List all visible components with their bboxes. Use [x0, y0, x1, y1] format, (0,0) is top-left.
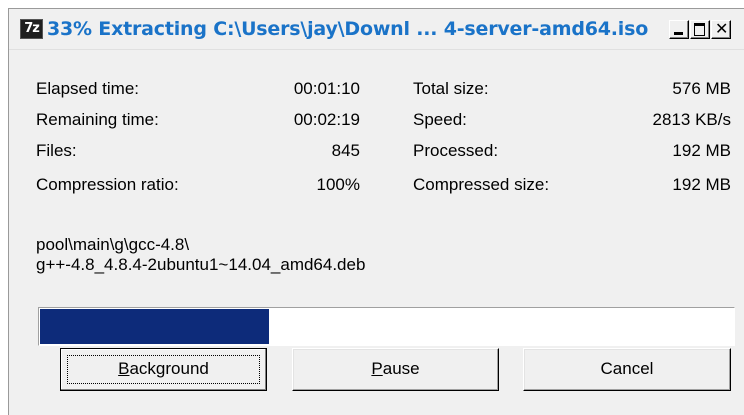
current-file-name: g++-4.8_4.8.4-2ubuntu1~14.04_amd64.deb — [36, 255, 366, 274]
title-bar[interactable]: 7z 33% Extracting C:\Users\jay\Downl ...… — [9, 9, 744, 50]
extract-progress-window: 7z 33% Extracting C:\Users\jay\Downl ...… — [8, 8, 744, 415]
files-value: 845 — [331, 141, 360, 160]
minimize-icon[interactable] — [669, 20, 689, 39]
remaining-time-value: 00:02:19 — [293, 110, 360, 129]
speed-value: 2813 KB/s — [652, 110, 731, 129]
remaining-time-label: Remaining time: — [36, 110, 159, 129]
close-icon[interactable] — [711, 19, 731, 39]
compressed-size-value: 192 MB — [672, 175, 731, 194]
pause-button-label: Pause — [371, 359, 420, 378]
elapsed-time-value: 00:01:10 — [293, 79, 360, 98]
cancel-button-label: Cancel — [600, 359, 654, 378]
total-size-value: 576 MB — [672, 79, 731, 98]
7zip-app-icon: 7z — [20, 19, 43, 39]
speed-label: Speed: — [413, 110, 467, 129]
background-button[interactable]: Background — [60, 348, 267, 391]
maximize-icon[interactable] — [690, 20, 710, 39]
compression-ratio-value: 100% — [316, 175, 360, 194]
elapsed-time-label: Elapsed time: — [36, 79, 139, 98]
compression-ratio-label: Compression ratio: — [36, 175, 179, 194]
files-label: Files: — [36, 141, 77, 160]
progress-bar — [38, 307, 735, 346]
processed-value: 192 MB — [672, 141, 731, 160]
window-title: 33% Extracting C:\Users\jay\Downl ... 4-… — [47, 18, 649, 40]
total-size-label: Total size: — [413, 79, 489, 98]
compressed-size-label: Compressed size: — [413, 175, 550, 194]
background-button-label: Background — [118, 359, 209, 378]
pause-button[interactable]: Pause — [292, 348, 499, 391]
current-file-folder: pool\main\g\gcc-4.8\ — [36, 235, 190, 254]
cancel-button[interactable]: Cancel — [523, 348, 731, 391]
processed-label: Processed: — [413, 141, 499, 160]
progress-bar-fill — [40, 309, 269, 344]
